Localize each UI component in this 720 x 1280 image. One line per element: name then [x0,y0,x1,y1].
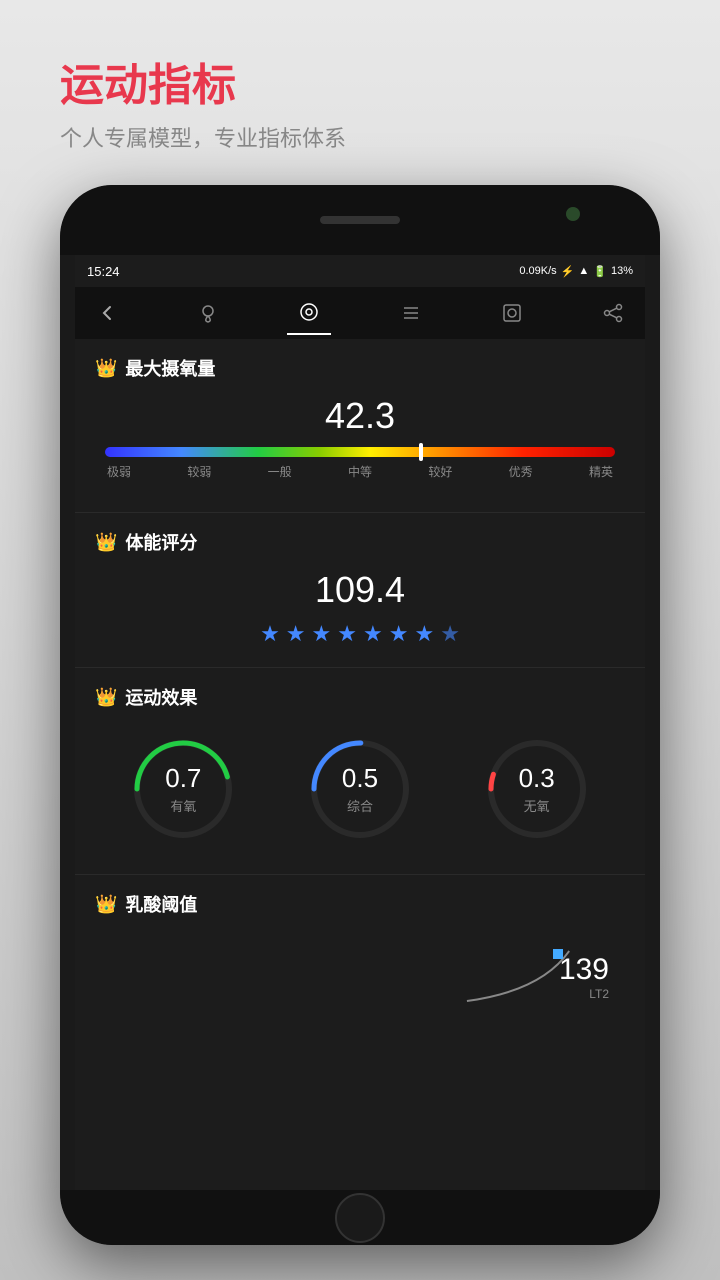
page-title: 运动指标 [60,60,346,113]
nav-list-icon[interactable] [389,291,433,335]
bar-label-2: 一般 [268,463,292,480]
nav-map-icon[interactable] [186,291,230,335]
bar-label-0: 极弱 [107,463,131,480]
effect-label: 运动效果 [125,684,197,710]
fitness-label: 体能评分 [125,529,197,555]
phone-speaker [320,216,400,224]
crown-icon-lactate: 👑 [95,894,117,915]
network-speed: 0.09K/s [519,265,556,277]
bar-label-5: 优秀 [509,463,533,480]
combined-item: 0.5 综合 [305,734,415,844]
aerobic-value: 0.7 有氧 [165,763,201,815]
aerobic-sublabel: 有氧 [165,796,201,815]
home-button[interactable] [335,1193,385,1243]
bar-label-6: 精英 [589,463,613,480]
phone-bottom-bezel [60,1190,660,1245]
status-right: 0.09K/s ⚡ ▲ 🔋 13% [519,265,633,278]
effect-circles: 0.7 有氧 0.5 [95,724,625,854]
effect-title-row: 👑 运动效果 [95,684,625,710]
phone-camera [566,207,580,221]
status-time: 15:24 [87,264,120,279]
star-6: ★ [389,621,409,647]
aerobic-gauge: 0.7 有氧 [128,734,238,844]
star-7: ★ [414,621,434,647]
anaerobic-number: 0.3 [519,763,555,794]
fitness-section: 👑 体能评分 109.4 ★ ★ ★ ★ ★ ★ ★ ★ [75,513,645,668]
lactate-label: 乳酸阈值 [125,891,197,917]
status-bar: 15:24 0.09K/s ⚡ ▲ 🔋 13% [75,255,645,287]
combined-value: 0.5 综合 [342,763,378,815]
page-header: 运动指标 个人专属模型，专业指标体系 [60,60,346,153]
battery-icon: 🔋 [593,265,607,278]
nav-back-button[interactable] [85,291,129,335]
page-subtitle: 个人专属模型，专业指标体系 [60,121,346,153]
lactate-title-row: 👑 乳酸阈值 [95,891,625,917]
battery-percent: 13% [611,265,633,277]
wifi-icon: ▲ [578,265,589,277]
anaerobic-gauge: 0.3 无氧 [482,734,592,844]
anaerobic-sublabel: 无氧 [519,796,555,815]
nav-activity-icon[interactable] [287,291,331,335]
combined-sublabel: 综合 [342,796,378,815]
vo2max-title-row: 👑 最大摄氧量 [95,355,625,381]
crown-icon-fitness: 👑 [95,532,117,553]
fitness-score-value: 109.4 [95,569,625,611]
vo2max-color-bar [105,447,615,457]
nav-share-icon[interactable] [591,291,635,335]
lactate-section: 👑 乳酸阈值 139 LT2 [75,875,645,1031]
bar-labels: 极弱 较弱 一般 中等 较好 优秀 精英 [105,463,615,480]
crown-icon-vo2max: 👑 [95,358,117,379]
combined-gauge: 0.5 综合 [305,734,415,844]
vo2max-section: 👑 最大摄氧量 42.3 极弱 较弱 一般 中等 较好 优秀 精英 [75,339,645,513]
anaerobic-value: 0.3 无氧 [519,763,555,815]
nav-search-icon[interactable] [490,291,534,335]
star-8: ★ [440,621,460,647]
lactate-value-container: 139 LT2 [559,953,609,1001]
bar-label-3: 中等 [348,463,372,480]
star-3: ★ [312,621,332,647]
vo2max-indicator [419,443,423,461]
bluetooth-icon: ⚡ [561,265,575,278]
vo2max-bar-container: 极弱 较弱 一般 中等 较好 优秀 精英 [105,447,615,480]
fitness-title-row: 👑 体能评分 [95,529,625,555]
lactate-value: 139 [559,953,609,987]
exercise-effect-section: 👑 运动效果 [75,668,645,875]
bar-label-1: 较弱 [187,463,211,480]
star-2: ★ [286,621,306,647]
phone-screen: 15:24 0.09K/s ⚡ ▲ 🔋 13% [75,255,645,1190]
lactate-chart: 139 LT2 [95,931,625,1021]
lactate-sublabel: LT2 [559,987,609,1001]
star-1: ★ [260,621,280,647]
combined-number: 0.5 [342,763,378,794]
stars-row: ★ ★ ★ ★ ★ ★ ★ ★ [95,621,625,647]
anaerobic-item: 0.3 无氧 [482,734,592,844]
vo2max-value: 42.3 [95,395,625,437]
phone-frame: 15:24 0.09K/s ⚡ ▲ 🔋 13% [60,185,660,1245]
vo2max-label: 最大摄氧量 [125,355,215,381]
bar-label-4: 较好 [428,463,452,480]
screen-content[interactable]: 👑 最大摄氧量 42.3 极弱 较弱 一般 中等 较好 优秀 精英 [75,339,645,1190]
nav-bar [75,287,645,339]
aerobic-item: 0.7 有氧 [128,734,238,844]
crown-icon-effect: 👑 [95,687,117,708]
phone-top-bezel [60,185,660,255]
star-4: ★ [337,621,357,647]
star-5: ★ [363,621,383,647]
aerobic-number: 0.7 [165,763,201,794]
